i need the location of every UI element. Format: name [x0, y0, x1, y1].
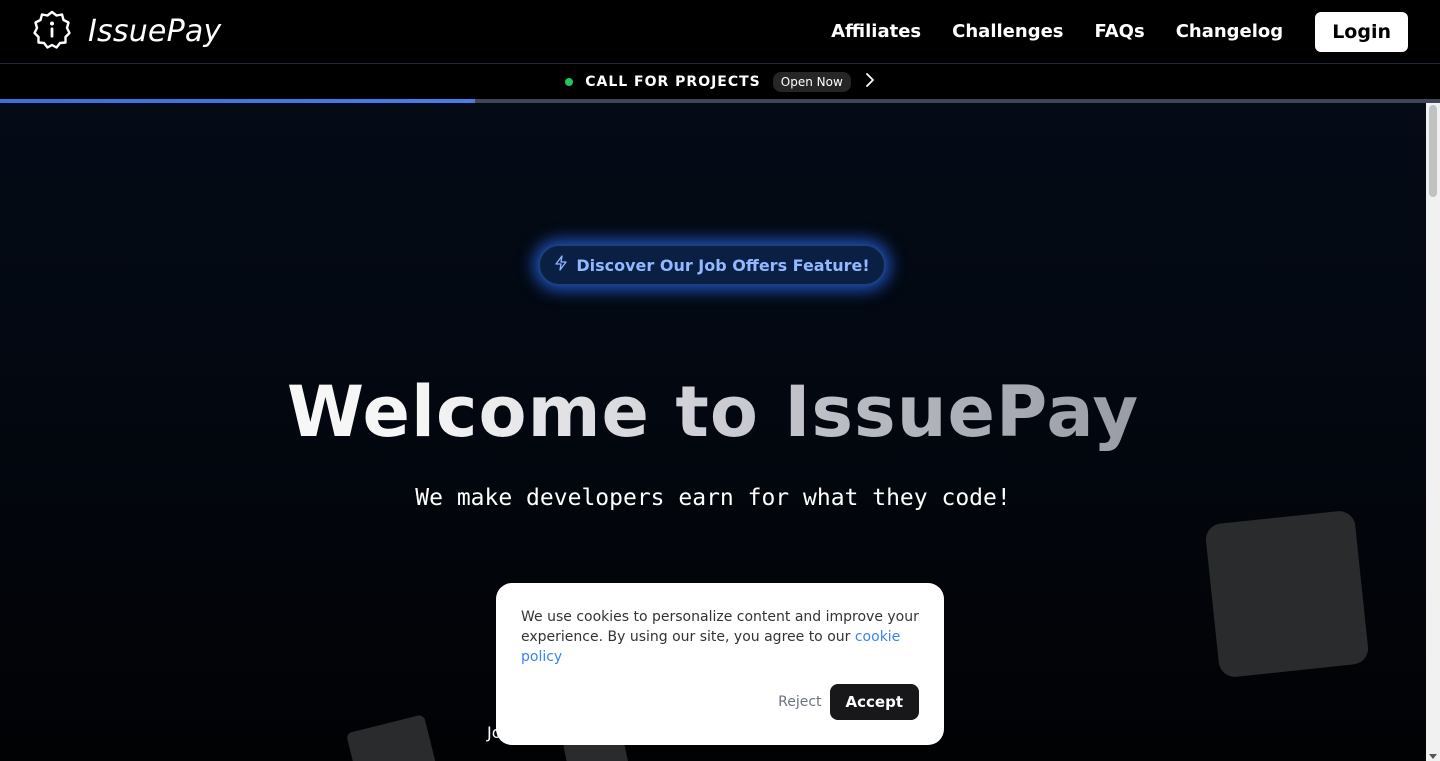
- brand[interactable]: IssuePay: [32, 10, 221, 54]
- cookie-consent-dialog: We use cookies to personalize content an…: [496, 583, 944, 745]
- announcement-text: CALL FOR PROJECTS: [585, 74, 761, 90]
- job-offers-button[interactable]: Discover Our Job Offers Feature!: [538, 244, 886, 286]
- top-navbar: IssuePay Affiliates Challenges FAQs Chan…: [0, 0, 1440, 64]
- nav-link-challenges[interactable]: Challenges: [952, 21, 1063, 42]
- login-button[interactable]: Login: [1315, 11, 1408, 52]
- status-dot: [565, 78, 574, 86]
- nav-link-affiliates[interactable]: Affiliates: [831, 21, 921, 42]
- announcement-badge: Open Now: [772, 72, 851, 92]
- hero-title: Welcome to IssuePay: [0, 371, 1426, 453]
- scroll-down-icon[interactable]: [1429, 754, 1437, 759]
- reject-button[interactable]: Reject: [778, 694, 821, 710]
- announcement-bar[interactable]: CALL FOR PROJECTS Open Now: [0, 64, 1440, 100]
- decorative-square: [1204, 509, 1370, 679]
- cookie-text: We use cookies to personalize content an…: [521, 607, 919, 667]
- nav-links: Affiliates Challenges FAQs Changelog Log…: [800, 11, 1408, 52]
- hero-subtitle: We make developers earn for what they co…: [415, 485, 1011, 511]
- info-badge-icon: [32, 10, 72, 54]
- accept-button[interactable]: Accept: [829, 684, 919, 720]
- decorative-square: [345, 714, 439, 761]
- brand-name: IssuePay: [88, 14, 222, 49]
- job-offers-label: Discover Our Job Offers Feature!: [576, 255, 870, 275]
- page-scrollbar[interactable]: [1426, 103, 1440, 761]
- scroll-thumb[interactable]: [1429, 105, 1437, 197]
- chevron-right-icon[interactable]: [865, 72, 875, 92]
- lightning-icon: [554, 255, 568, 275]
- nav-link-changelog[interactable]: Changelog: [1176, 21, 1284, 42]
- cookie-actions: Reject Accept: [778, 684, 919, 720]
- nav-link-faqs[interactable]: FAQs: [1095, 21, 1145, 42]
